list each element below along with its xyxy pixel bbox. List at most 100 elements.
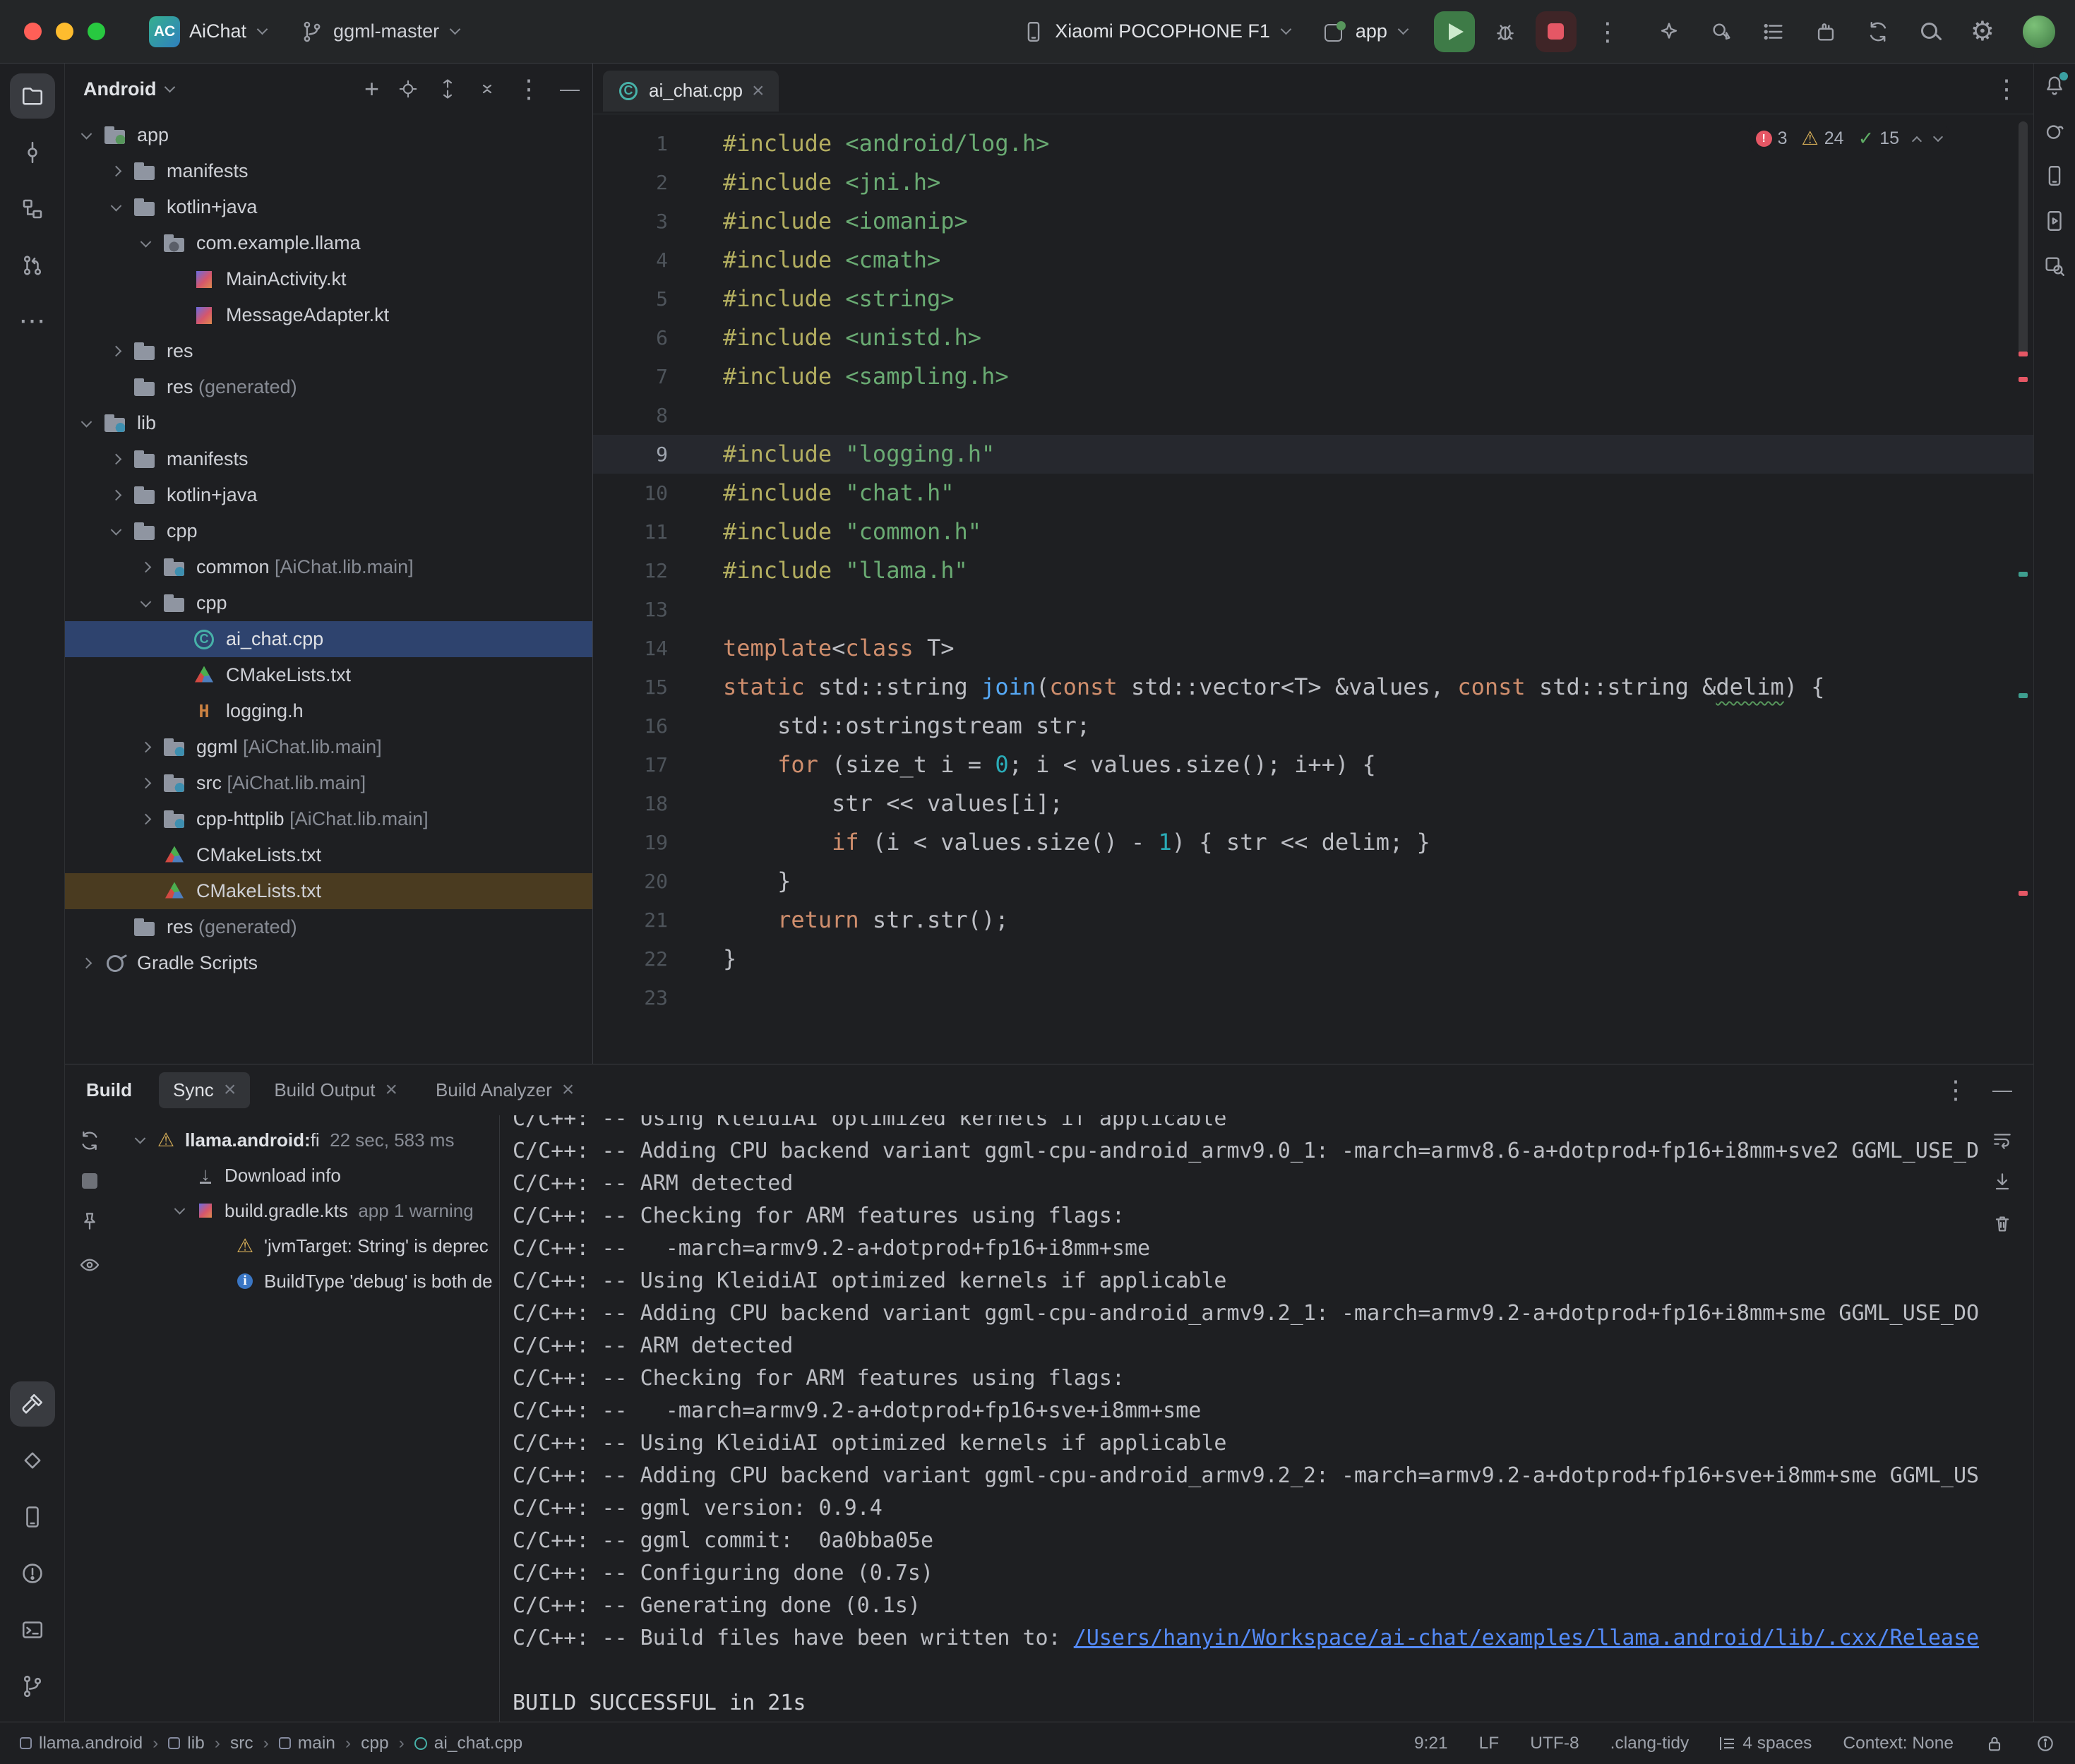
tree-item-ggml[interactable]: ggml [AiChat.lib.main] [65,729,592,765]
settings-gear-icon[interactable]: ⚙ [1971,18,1995,45]
code-line-11[interactable]: 11#include "common.h" [593,512,2033,551]
tree-item-lib[interactable]: lib [65,405,592,441]
structure-toolwindow-icon[interactable] [10,186,55,232]
pull-requests-icon[interactable] [10,243,55,288]
expand-all-icon[interactable] [437,78,458,100]
run-anything-icon[interactable] [1709,20,1733,44]
code-line-8[interactable]: 8 [593,396,2033,435]
problems-toolwindow-icon[interactable] [10,1551,55,1596]
zoom-window-icon[interactable] [88,23,105,40]
tree-item-res[interactable]: res (generated) [65,909,592,945]
tab-build-output[interactable]: Build Output× [260,1072,412,1108]
breadcrumb-lib[interactable]: lib [168,1734,205,1753]
build-tree-item-jvmtarget-string-is-deprec[interactable]: 'jvmTarget: String' is deprec [114,1228,499,1264]
code-line-9[interactable]: 9#include "logging.h" [593,435,2033,474]
build-tree-item-llama-android[interactable]: llama.android: fi 22 sec, 583 ms [114,1122,499,1158]
code-line-6[interactable]: 6#include <unistd.h> [593,318,2033,357]
tree-item-com-example-llama[interactable]: com.example.llama [65,225,592,261]
code-line-3[interactable]: 3#include <iomanip> [593,202,2033,241]
tree-item-manifests[interactable]: manifests [65,441,592,477]
more-actions-icon[interactable]: ⋮ [1595,19,1620,44]
tree-item-cmakelists-txt[interactable]: CMakeLists.txt [65,837,592,873]
tree-item-res[interactable]: res (generated) [65,369,592,405]
code-line-4[interactable]: 4#include <cmath> [593,241,2033,280]
code-line-15[interactable]: 15static std::string join(const std::vec… [593,668,2033,707]
scrollbar-thumb[interactable] [2019,121,2028,354]
todo-list-icon[interactable] [1762,20,1786,44]
gradle-toolwindow-icon[interactable] [2043,119,2067,143]
tree-item-gradle-scripts[interactable]: Gradle Scripts [65,945,592,981]
add-icon[interactable]: + [364,76,379,102]
tab-sync[interactable]: Sync× [159,1072,250,1108]
code-line-14[interactable]: 14template<class T> [593,629,2033,668]
context-widget[interactable]: Context: None [1843,1734,1954,1753]
show-details-icon[interactable] [78,1254,101,1276]
build-toolwindow-icon[interactable] [10,1381,55,1427]
breadcrumb-main[interactable]: main [279,1734,335,1753]
vcs-branch-widget[interactable]: ggml-master [293,14,467,49]
code-line-23[interactable]: 23 [593,978,2033,1017]
tree-item-app[interactable]: app [65,117,592,153]
plugins-icon[interactable] [1814,20,1838,44]
tree-chevron-icon[interactable] [104,153,130,189]
tree-item-cmakelists-txt[interactable]: CMakeLists.txt [65,873,592,909]
tree-chevron-icon[interactable] [104,513,130,549]
rerun-sync-icon[interactable] [78,1129,101,1152]
change-stripe-mark[interactable] [2019,572,2028,577]
change-stripe-mark[interactable] [2019,693,2028,698]
notifications-icon[interactable] [2043,73,2067,97]
scroll-to-end-icon[interactable] [1991,1170,2014,1193]
info-icon[interactable] [2035,1734,2055,1753]
ai-assistant-icon[interactable] [1657,20,1681,44]
breadcrumb-src[interactable]: src [230,1734,253,1753]
tree-chevron-icon[interactable] [134,225,160,261]
app-inspection-icon[interactable] [2043,254,2067,278]
locate-file-icon[interactable] [397,78,419,100]
tree-item-kotlin-java[interactable]: kotlin+java [65,477,592,513]
terminal-toolwindow-icon[interactable] [10,1607,55,1652]
stop-button[interactable] [1536,11,1577,52]
inspections-widget[interactable]: 3 24 15 [1749,126,1949,152]
running-devices-icon[interactable] [2043,209,2067,233]
code-line-20[interactable]: 20 } [593,862,2033,901]
code-editor[interactable]: 1#include <android/log.h>2#include <jni.… [593,114,2033,1064]
previous-problem-icon[interactable] [1912,136,1922,145]
build-tree-item-download-info[interactable]: Download info [114,1158,499,1193]
tree-item-cpp[interactable]: cpp [65,585,592,621]
breadcrumb-llama-android[interactable]: llama.android [20,1734,143,1753]
tree-item-src[interactable]: src [AiChat.lib.main] [65,765,592,801]
tree-chevron-icon[interactable] [75,945,100,981]
build-tree-item-buildtype-debug-is-both-de[interactable]: BuildType 'debug' is both de [114,1264,499,1299]
device-selector[interactable]: Xiaomi POCOPHONE F1 [1015,14,1298,49]
tree-chevron-icon[interactable] [168,1193,193,1228]
tree-chevron-icon[interactable] [104,441,130,477]
close-tab-icon[interactable]: × [224,1079,237,1100]
clang-tidy-widget[interactable]: .clang-tidy [1610,1734,1690,1753]
tree-item-cpp-httplib[interactable]: cpp-httplib [AiChat.lib.main] [65,801,592,837]
tree-item-cmakelists-txt[interactable]: CMakeLists.txt [65,657,592,693]
tree-item-manifests[interactable]: manifests [65,153,592,189]
code-line-7[interactable]: 7#include <sampling.h> [593,357,2033,396]
collapse-all-icon[interactable] [477,78,498,100]
next-problem-icon[interactable] [1933,131,1943,141]
debug-button[interactable] [1493,20,1517,44]
stop-sync-icon[interactable] [82,1173,97,1189]
code-line-18[interactable]: 18 str << values[i]; [593,784,2033,823]
tree-chevron-icon[interactable] [134,729,160,765]
close-tab-icon[interactable]: × [752,80,765,102]
profile-avatar[interactable] [2023,16,2055,48]
run-button[interactable] [1434,11,1475,52]
device-explorer-icon[interactable] [10,1494,55,1540]
error-stripe-mark[interactable] [2019,891,2028,896]
breadcrumb-cpp[interactable]: cpp [361,1734,389,1753]
close-tab-icon[interactable]: × [385,1079,397,1100]
tree-chevron-icon[interactable] [134,765,160,801]
tree-chevron-icon[interactable] [128,1122,154,1158]
breadcrumb-ai-chat-cpp[interactable]: ai_chat.cpp [414,1734,522,1753]
build-output-path-link[interactable]: /Users/hanyin/Workspace/ai-chat/examples… [1074,1626,1979,1650]
project-widget[interactable]: AC AiChat [142,11,275,53]
code-line-2[interactable]: 2#include <jni.h> [593,163,2033,202]
caret-position-widget[interactable]: 9:21 [1414,1734,1448,1753]
build-output-console[interactable]: C/C++: -- Using KleidiAI optimized kerne… [499,1115,2033,1722]
code-line-16[interactable]: 16 std::ostringstream str; [593,707,2033,745]
